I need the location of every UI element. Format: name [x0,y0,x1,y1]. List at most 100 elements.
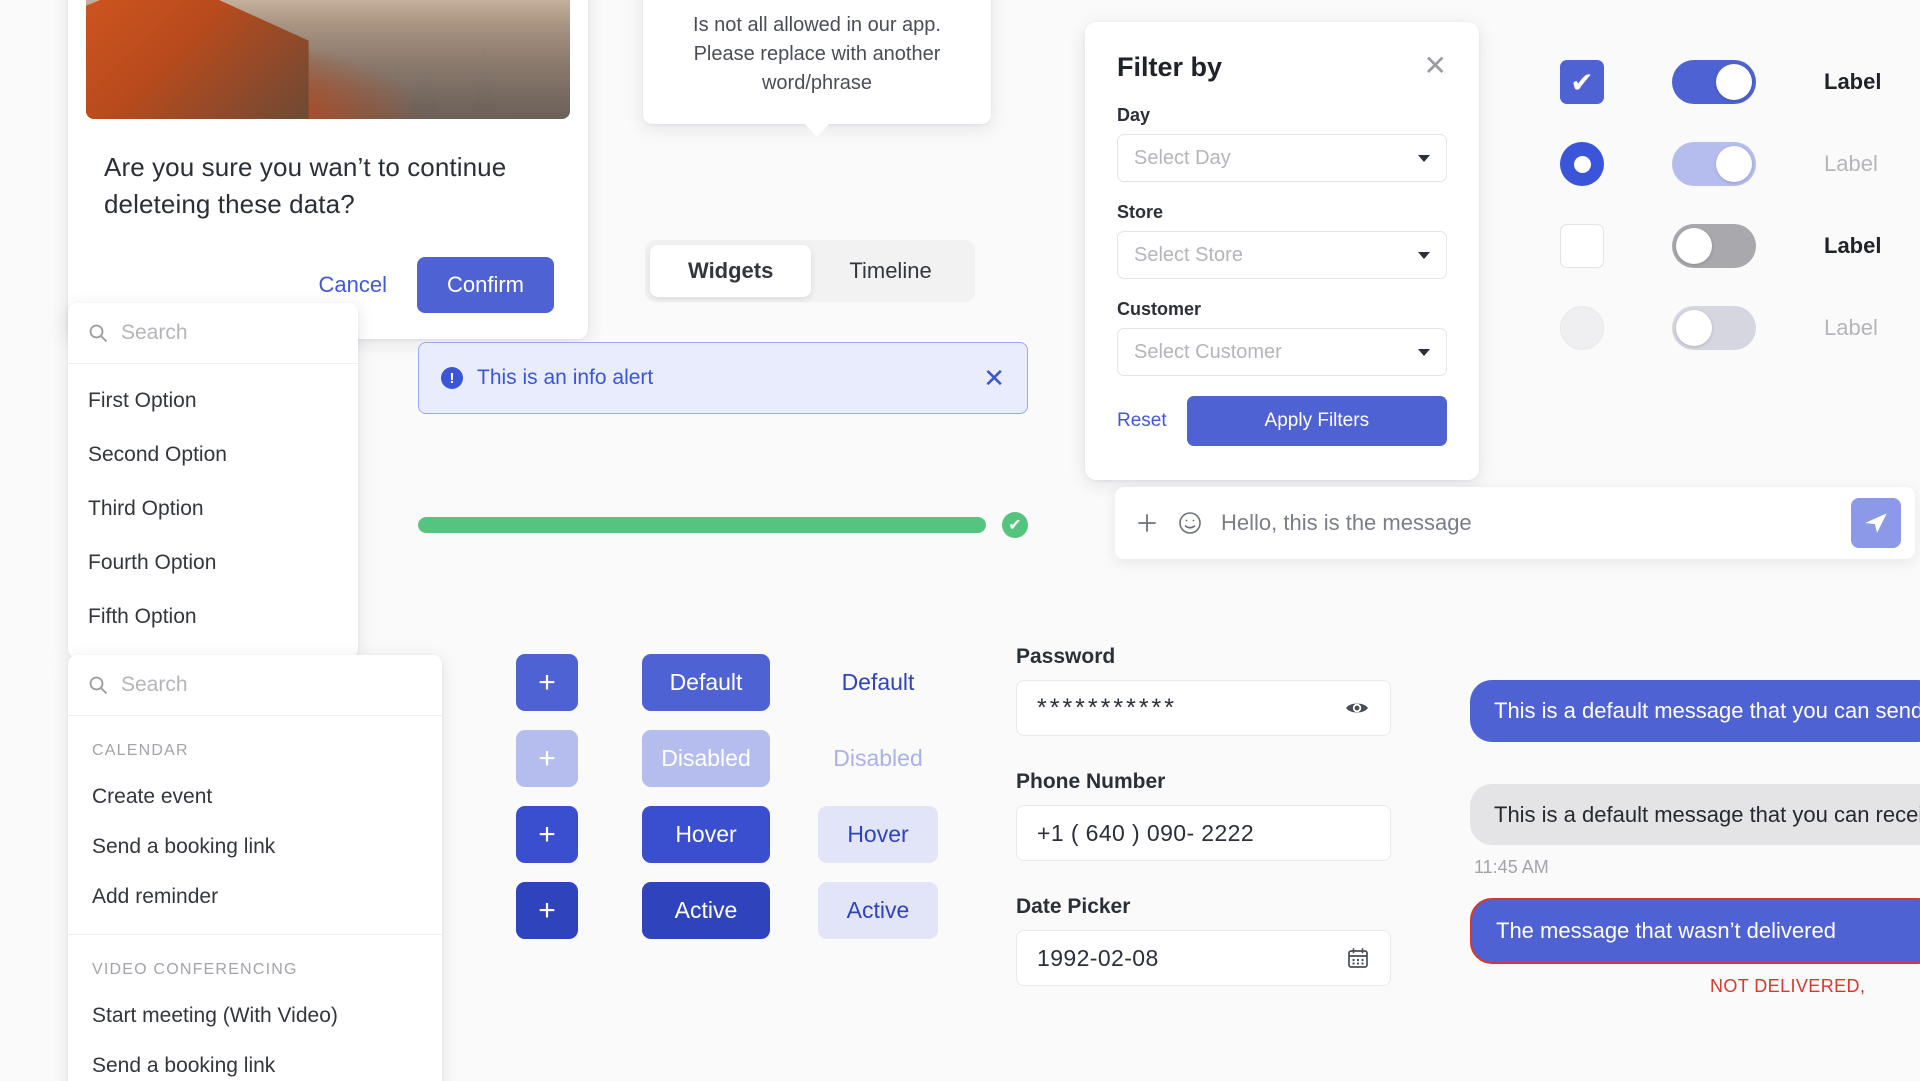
progress-bar-fill [418,517,986,533]
store-select[interactable]: Select Store [1117,231,1447,279]
phone-number-field[interactable]: +1 ( 640 ) 090- 2222 [1016,805,1391,861]
controls-matrix: ✔ Label Label Label Label [1560,60,1881,350]
phone-field-group: Phone Number +1 ( 640 ) 090- 2222 [1016,770,1391,861]
exclamation-icon: ! [441,367,463,389]
filter-field-store: Store Select Store [1117,202,1447,279]
command-item[interactable]: Send a booking link [68,822,442,872]
solid-button-hover[interactable]: Hover [642,806,770,863]
select-list-body: First Option Second Option Third Option … [68,364,358,658]
list-item[interactable]: Fourth Option [68,536,358,590]
apply-filters-button[interactable]: Apply Filters [1186,396,1447,446]
grammar-tooltip-description: Is not all allowed in our app. Please re… [693,14,941,94]
list-item[interactable]: Fifth Option [68,590,358,644]
customer-select[interactable]: Select Customer [1117,328,1447,376]
password-field[interactable]: *********** [1016,680,1391,736]
icon-button-active[interactable]: + [516,882,578,939]
smiley-icon[interactable] [1177,510,1203,536]
solid-button-active[interactable]: Active [642,882,770,939]
control-row: Label [1560,142,1881,186]
button-row-hover: + Hover Hover [516,806,938,863]
chevron-down-icon [1418,154,1430,162]
calendar-icon[interactable] [1346,946,1370,970]
toggle-label: Label [1824,69,1882,94]
tab-group: Widgets Timeline [645,240,975,302]
close-icon[interactable]: ✕ [1424,52,1447,80]
checkbox-unchecked[interactable] [1560,224,1604,268]
command-palette-search-input[interactable] [121,673,422,697]
check-circle-icon: ✔ [1002,512,1028,538]
message-composer [1115,487,1915,559]
plus-icon[interactable] [1135,511,1159,535]
ghost-button-active[interactable]: Active [818,882,938,939]
button-row-default: + Default Default [516,654,938,711]
control-row: Label [1560,306,1881,350]
radio-selected[interactable] [1560,142,1604,186]
search-icon [88,323,108,343]
eye-icon[interactable] [1344,695,1370,721]
filter-field-day: Day Select Day [1117,105,1447,182]
date-picker-field[interactable]: 1992-02-08 [1016,930,1391,986]
chat-bubble-sent: This is a default message that you can s… [1470,680,1920,742]
command-item[interactable]: Add reminder [68,872,442,922]
tab-timeline[interactable]: Timeline [811,245,969,297]
screenshot-canvas: Are you sure you wan’t to continue delet… [0,0,1920,1081]
list-item[interactable]: Third Option [68,482,358,536]
info-alert-text: This is an info alert [477,366,654,389]
ghost-button-hover[interactable]: Hover [818,806,938,863]
confirm-dialog: Are you sure you wan’t to continue delet… [68,0,588,339]
password-value: *********** [1037,693,1178,722]
close-icon[interactable]: ✕ [983,365,1005,391]
command-item[interactable]: Send a booking link [68,1041,442,1081]
chat-thread: This is a default message that you can s… [1470,680,1920,997]
solid-button-disabled: Disabled [642,730,770,787]
button-row-disabled: + Disabled Disabled [516,730,938,787]
customer-select-value: Select Customer [1134,340,1282,363]
chevron-down-icon [1418,251,1430,259]
field-label: Phone Number [1016,770,1166,793]
select-list-search-input[interactable] [121,321,338,345]
list-item[interactable]: Second Option [68,428,358,482]
chat-timestamp: 11:45 AM [1474,857,1549,877]
list-item[interactable]: First Option [68,374,358,428]
confirm-button[interactable]: Confirm [416,256,554,313]
canyon-landscape-photo [86,0,570,119]
radio-empty-disabled [1560,306,1604,350]
day-select[interactable]: Select Day [1117,134,1447,182]
store-select-value: Select Store [1134,243,1243,266]
chat-status-not-delivered: NOT DELIVERED, [1710,975,1866,996]
button-row-active: + Active Active [516,882,938,939]
date-picker-value: 1992-02-08 [1037,944,1159,971]
command-section-video-conferencing: VIDEO CONFERENCING Start meeting (With V… [68,934,442,1081]
toggle-off[interactable] [1672,224,1756,268]
filter-panel-header: Filter by ✕ [1117,52,1447,83]
control-row: ✔ Label [1560,60,1881,104]
searchable-option-list: First Option Second Option Third Option … [68,303,358,658]
ghost-button-default[interactable]: Default [818,654,938,711]
confirm-dialog-message: Are you sure you wan’t to continue delet… [104,152,507,219]
filter-field-customer: Customer Select Customer [1117,299,1447,376]
toggle-label: Label [1824,315,1878,340]
send-button[interactable] [1851,498,1901,548]
reset-button[interactable]: Reset [1117,410,1167,432]
checkbox-checked[interactable]: ✔ [1560,60,1604,104]
command-item[interactable]: Create event [68,772,442,822]
progress-row: ✔ [418,512,1028,538]
button-matrix: + Default Default + Disabled Disabled + … [516,654,938,939]
grammar-tooltip: Incorrect Grammar Bad Word Is not all al… [643,0,991,137]
tab-widgets[interactable]: Widgets [650,245,812,297]
icon-button-hover[interactable]: + [516,806,578,863]
message-input[interactable] [1221,510,1833,536]
toggle-on[interactable] [1672,60,1756,104]
toggle-label: Label [1824,233,1882,258]
toggle-on-disabled [1672,142,1756,186]
solid-button-default[interactable]: Default [642,654,770,711]
control-row: Label [1560,224,1881,268]
command-item[interactable]: Start meeting (With Video) [68,991,442,1041]
field-label: Password [1016,645,1116,668]
icon-button-default[interactable]: + [516,654,578,711]
day-select-value: Select Day [1134,146,1231,169]
field-label: Customer [1117,299,1202,319]
chat-bubble-failed: The message that wasn’t delivered [1470,898,1920,964]
